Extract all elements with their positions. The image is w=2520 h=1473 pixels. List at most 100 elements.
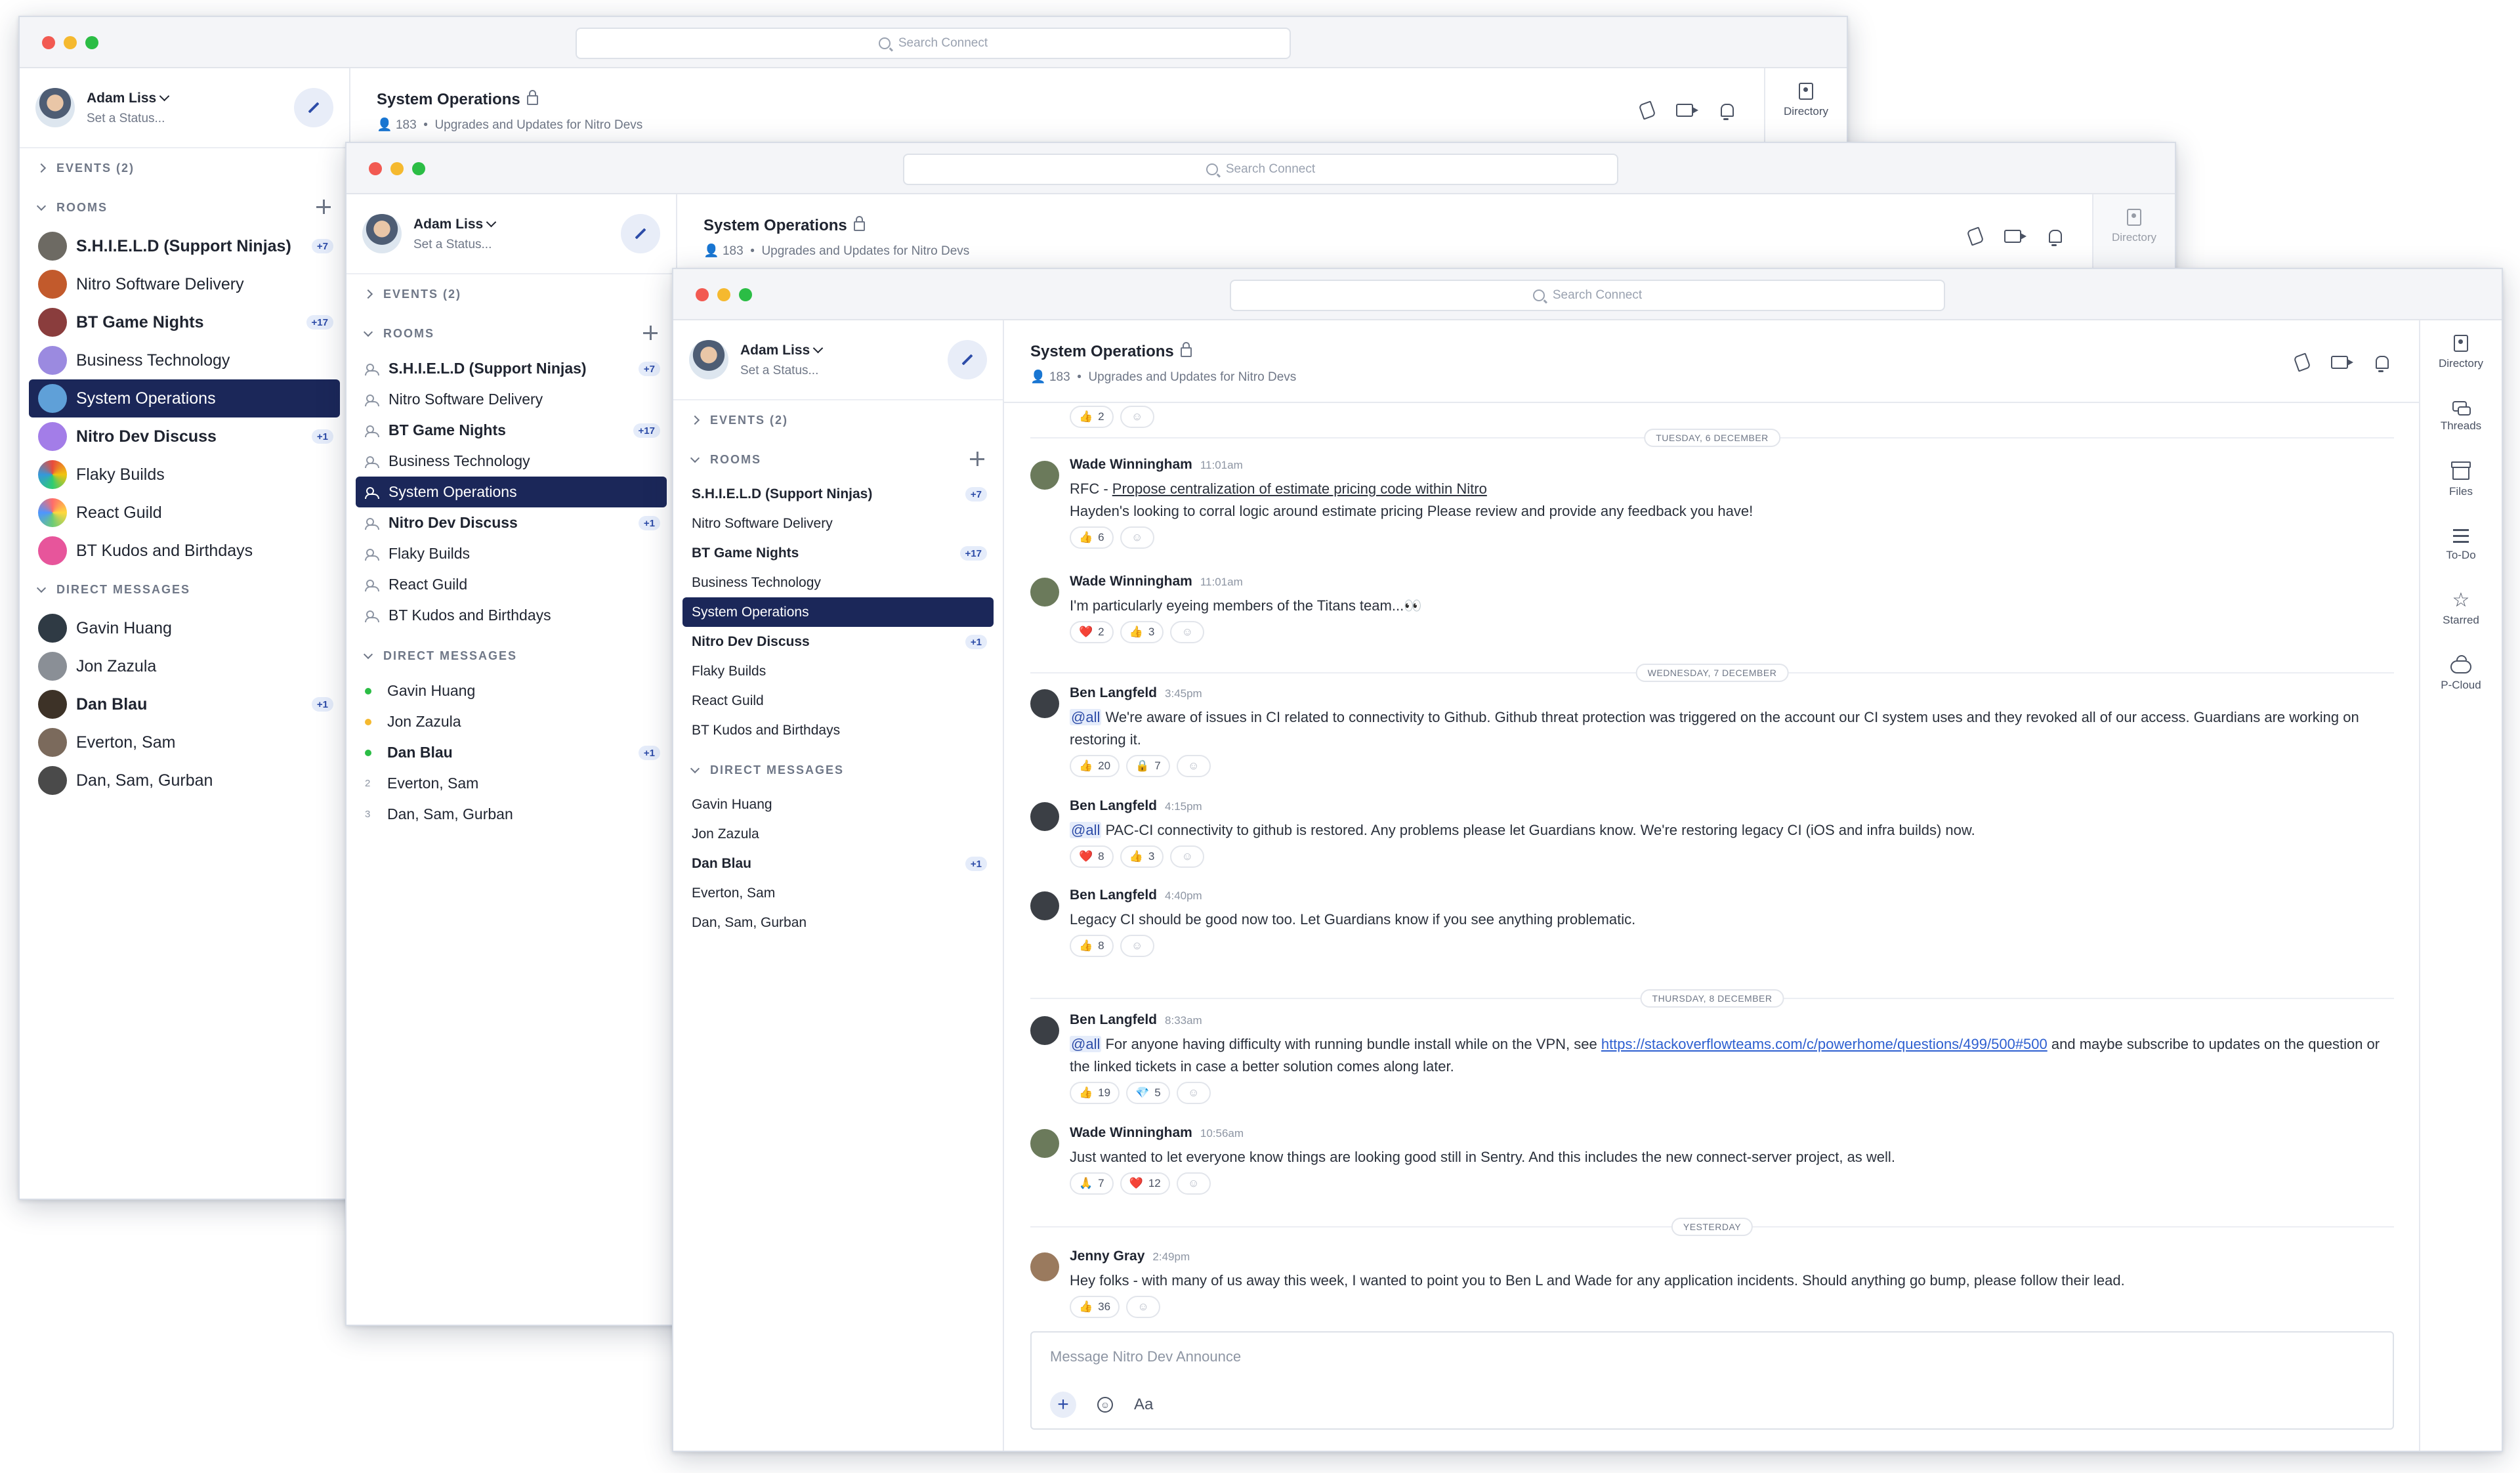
rail-todo[interactable]: To-Do: [2420, 513, 2502, 578]
events-section-header[interactable]: EVENTS (2): [346, 274, 676, 314]
dm-dan-blau[interactable]: Dan Blau +1: [682, 849, 994, 878]
sidebar-item-nitro-software-delivery[interactable]: Nitro Software Delivery: [682, 509, 994, 538]
message-author[interactable]: Wade Winningham 11:01am: [1070, 457, 1243, 473]
add-reaction-button[interactable]: ☺: [1120, 526, 1154, 549]
dm-gavin-huang[interactable]: Gavin Huang: [356, 675, 667, 706]
sidebar-item-business-technology[interactable]: Business Technology: [356, 446, 667, 477]
rooms-section-header[interactable]: ROOMS: [20, 188, 349, 227]
emoji-icon[interactable]: ☺: [1097, 1397, 1113, 1413]
close-window-button[interactable]: [696, 288, 709, 301]
sidebar-item-bt-game-nights[interactable]: BT Game Nights +17: [682, 538, 994, 568]
reaction-heart[interactable]: ❤️ 2: [1070, 621, 1114, 643]
dm-jon-zazula[interactable]: Jon Zazula: [29, 647, 340, 685]
message-author[interactable]: Ben Langfeld 4:15pm: [1070, 798, 1202, 814]
status-text[interactable]: Set a Status...: [87, 112, 165, 126]
compose-button[interactable]: [294, 88, 333, 127]
reaction-heart[interactable]: ❤️ 12: [1120, 1172, 1170, 1195]
bell-icon[interactable]: [2376, 356, 2389, 372]
minimize-window-button[interactable]: [390, 162, 404, 175]
rail-pcloud[interactable]: P-Cloud: [2420, 642, 2502, 706]
stackoverflow-link[interactable]: https://stackoverflowteams.com/c/powerho…: [1601, 1036, 2048, 1052]
video-icon[interactable]: [2331, 356, 2353, 369]
dm-everton-sam[interactable]: 2 Everton, Sam: [356, 768, 667, 799]
add-reaction-button[interactable]: ☺: [1120, 935, 1154, 957]
member-count[interactable]: 183: [723, 244, 744, 258]
profile-name[interactable]: Adam Liss: [740, 343, 824, 358]
mention[interactable]: @all: [1070, 822, 1102, 838]
sidebar-item-bt-game-nights[interactable]: BT Game Nights +17: [356, 415, 667, 446]
reaction-gem[interactable]: 💎 5: [1126, 1082, 1170, 1104]
rail-starred[interactable]: ☆ Starred: [2420, 578, 2502, 642]
rfc-link[interactable]: Propose centralization of estimate prici…: [1112, 480, 1487, 497]
rail-directory[interactable]: Directory: [2420, 320, 2502, 385]
sidebar-item-nitro-dev-discuss[interactable]: Nitro Dev Discuss +1: [29, 417, 340, 456]
phone-icon[interactable]: [1638, 100, 1656, 120]
phone-icon[interactable]: [2293, 352, 2311, 372]
bell-icon[interactable]: [1721, 104, 1734, 120]
message-author[interactable]: Ben Langfeld 4:40pm: [1070, 887, 1202, 903]
maximize-window-button[interactable]: [739, 288, 752, 301]
sidebar-item-system-operations[interactable]: System Operations: [682, 597, 994, 627]
dm-gavin-huang[interactable]: Gavin Huang: [29, 609, 340, 647]
reaction-pray[interactable]: 🙏 7: [1070, 1172, 1114, 1195]
reaction-thumbs-up[interactable]: 👍 3: [1120, 621, 1164, 643]
sidebar-item-nitro-dev-discuss[interactable]: Nitro Dev Discuss +1: [356, 507, 667, 538]
add-attachment-button[interactable]: +: [1050, 1392, 1076, 1418]
profile-name[interactable]: Adam Liss: [413, 217, 497, 232]
message-composer[interactable]: Message Nitro Dev Announce + ☺ Aa: [1030, 1331, 2394, 1430]
video-icon[interactable]: [2004, 230, 2026, 243]
video-icon[interactable]: [1676, 104, 1698, 117]
rooms-section-header[interactable]: ROOMS: [673, 440, 1003, 479]
events-section-header[interactable]: EVENTS (2): [673, 400, 1003, 440]
reaction-lock[interactable]: 🔒 7: [1126, 755, 1170, 777]
sidebar-item-bt-game-nights[interactable]: BT Game Nights +17: [29, 303, 340, 341]
sidebar-item-react-guild[interactable]: React Guild: [356, 569, 667, 600]
add-reaction-button[interactable]: ☺: [1120, 406, 1154, 428]
dm-section-header[interactable]: DIRECT MESSAGES: [673, 750, 1003, 790]
search-input[interactable]: Search Connect: [1230, 280, 1945, 311]
status-text[interactable]: Set a Status...: [413, 238, 492, 252]
maximize-window-button[interactable]: [412, 162, 425, 175]
avatar[interactable]: [35, 88, 75, 127]
add-reaction-button[interactable]: ☺: [1176, 1172, 1211, 1195]
profile-name[interactable]: Adam Liss: [87, 91, 170, 106]
add-reaction-button[interactable]: ☺: [1170, 845, 1205, 868]
reaction-thumbs-up[interactable]: 👍 3: [1120, 845, 1164, 868]
rail-directory[interactable]: Directory: [2093, 194, 2175, 259]
dm-dan-blau[interactable]: Dan Blau +1: [356, 737, 667, 768]
mention[interactable]: @all: [1070, 709, 1102, 725]
sidebar-item-business-technology[interactable]: Business Technology: [29, 341, 340, 379]
message-author[interactable]: Ben Langfeld 8:33am: [1070, 1012, 1202, 1028]
minimize-window-button[interactable]: [64, 36, 77, 49]
sidebar-item-nitro-dev-discuss[interactable]: Nitro Dev Discuss +1: [682, 627, 994, 656]
status-text[interactable]: Set a Status...: [740, 364, 818, 378]
phone-icon[interactable]: [1966, 226, 1984, 246]
sidebar-item-flaky-builds[interactable]: Flaky Builds: [29, 456, 340, 494]
compose-button[interactable]: [948, 340, 987, 379]
reaction-heart[interactable]: ❤️ 8: [1070, 845, 1114, 868]
member-count[interactable]: 183: [1049, 370, 1070, 384]
sidebar-item-system-operations[interactable]: System Operations: [29, 379, 340, 417]
sidebar-item-flaky-builds[interactable]: Flaky Builds: [356, 538, 667, 569]
maximize-window-button[interactable]: [85, 36, 98, 49]
dm-section-header[interactable]: DIRECT MESSAGES: [20, 570, 349, 609]
message-author[interactable]: Wade Winningham 10:56am: [1070, 1125, 1244, 1141]
compose-button[interactable]: [621, 214, 660, 253]
avatar[interactable]: [689, 340, 728, 379]
sidebar-item-react-guild[interactable]: React Guild: [29, 494, 340, 532]
sidebar-item-bt-kudos[interactable]: BT Kudos and Birthdays: [356, 600, 667, 631]
close-window-button[interactable]: [42, 36, 55, 49]
search-input[interactable]: Search Connect: [903, 154, 1618, 185]
sidebar-item-shield[interactable]: S.H.I.E.L.D (Support Ninjas) +7: [29, 227, 340, 265]
add-reaction-button[interactable]: ☺: [1170, 621, 1205, 643]
add-reaction-button[interactable]: ☺: [1176, 755, 1211, 777]
add-room-icon[interactable]: [316, 200, 331, 214]
reaction-thumbs-up[interactable]: 👍 6: [1070, 526, 1114, 549]
add-reaction-button[interactable]: ☺: [1126, 1296, 1161, 1318]
dm-jon-zazula[interactable]: Jon Zazula: [682, 819, 994, 849]
reaction-thumbs-up[interactable]: 👍 2: [1070, 406, 1114, 428]
dm-jon-zazula[interactable]: Jon Zazula: [356, 706, 667, 737]
reaction-thumbs-up[interactable]: 👍 8: [1070, 935, 1114, 957]
minimize-window-button[interactable]: [717, 288, 730, 301]
message-author[interactable]: Jenny Gray 2:49pm: [1070, 1249, 1190, 1264]
